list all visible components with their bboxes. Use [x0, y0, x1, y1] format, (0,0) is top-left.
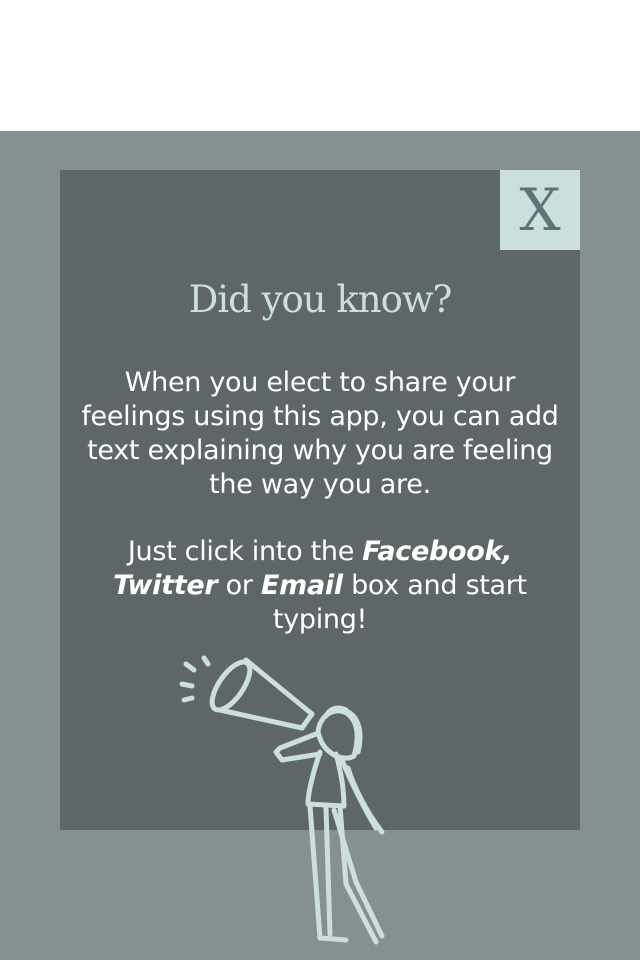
dialog-paragraph-share-feelings: When you elect to share your feelings us… — [81, 367, 559, 500]
instructions-mid: or — [217, 570, 261, 601]
top-blank-area — [0, 0, 640, 131]
email-label: Email — [260, 570, 343, 601]
twitter-label: Twitter — [113, 570, 218, 601]
dialog-title: Did you know? — [188, 278, 453, 321]
dialog-paragraph-instructions: Just click into the Facebook, Twitter or… — [80, 535, 560, 637]
close-button[interactable]: X — [500, 170, 580, 250]
megaphone-person-illustration — [179, 655, 385, 945]
facebook-label: Facebook, — [362, 536, 513, 567]
close-button-label: X — [519, 176, 561, 244]
instructions-prefix: Just click into the — [127, 536, 363, 567]
